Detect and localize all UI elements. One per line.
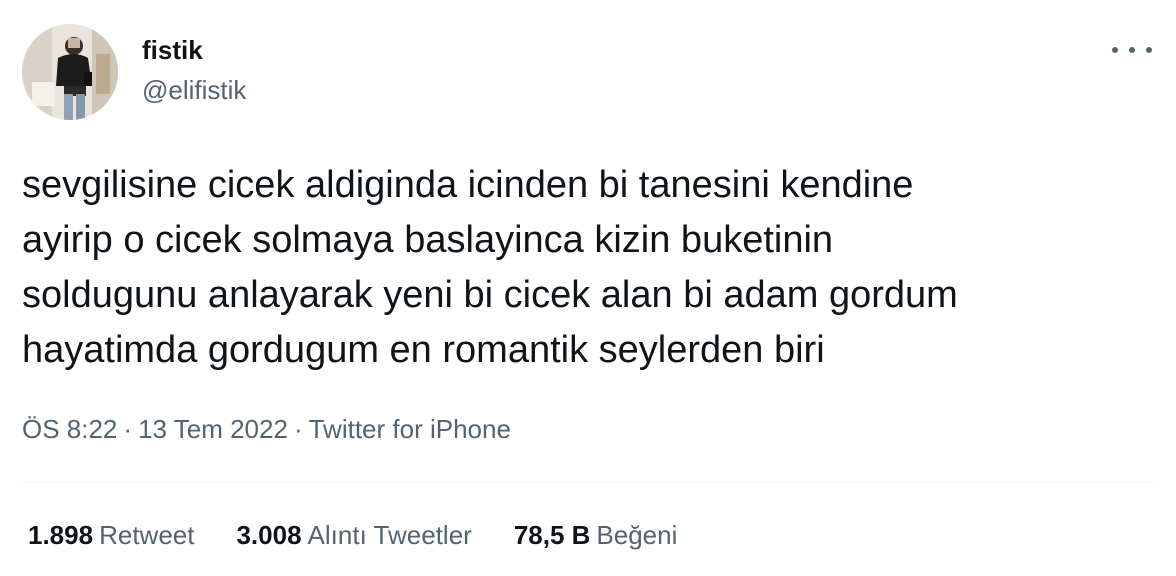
tweet-time[interactable]: ÖS 8:22: [22, 414, 117, 444]
likes-label: Beğeni: [596, 520, 678, 550]
likes-stat[interactable]: 78,5 B Beğeni: [514, 518, 678, 552]
more-dot: [1129, 47, 1135, 53]
tweet-card: fistik @elifistik sevgilisine cicek aldi…: [0, 0, 1176, 576]
tweet-header: fistik @elifistik: [22, 24, 1152, 120]
tweet-meta: ÖS 8:22 · 13 Tem 2022 · Twitter for iPhone: [22, 412, 511, 446]
quotes-count: 3.008: [236, 520, 302, 550]
meta-separator: ·: [293, 414, 303, 444]
divider: [22, 481, 1154, 482]
meta-separator: ·: [123, 414, 133, 444]
tweet-text: sevgilisine cicek aldiginda icinden bi t…: [22, 164, 958, 371]
author-names: fistik @elifistik: [142, 34, 246, 106]
more-horizontal-icon[interactable]: [1112, 38, 1152, 62]
retweets-label: Retweet: [99, 520, 195, 550]
likes-count: 78,5 B: [513, 520, 591, 550]
quotes-stat[interactable]: 3.008 Alıntı Tweetler: [236, 518, 471, 552]
user-handle[interactable]: @elifistik: [142, 74, 246, 106]
tweet-date[interactable]: 13 Tem 2022: [138, 414, 288, 444]
tweet-source[interactable]: Twitter for iPhone: [309, 414, 511, 444]
quotes-label: Alıntı Tweetler: [307, 520, 472, 550]
avatar[interactable]: [22, 24, 118, 120]
more-dot: [1112, 47, 1118, 53]
tweet-stats: 1.898 Retweet 3.008 Alıntı Tweetler 78,5 B…: [28, 518, 719, 552]
retweets-stat[interactable]: 1.898 Retweet: [28, 518, 194, 552]
display-name[interactable]: fistik: [142, 34, 246, 66]
avatar-image: [22, 24, 118, 120]
retweets-count: 1.898: [28, 520, 94, 550]
more-dot: [1146, 47, 1152, 53]
